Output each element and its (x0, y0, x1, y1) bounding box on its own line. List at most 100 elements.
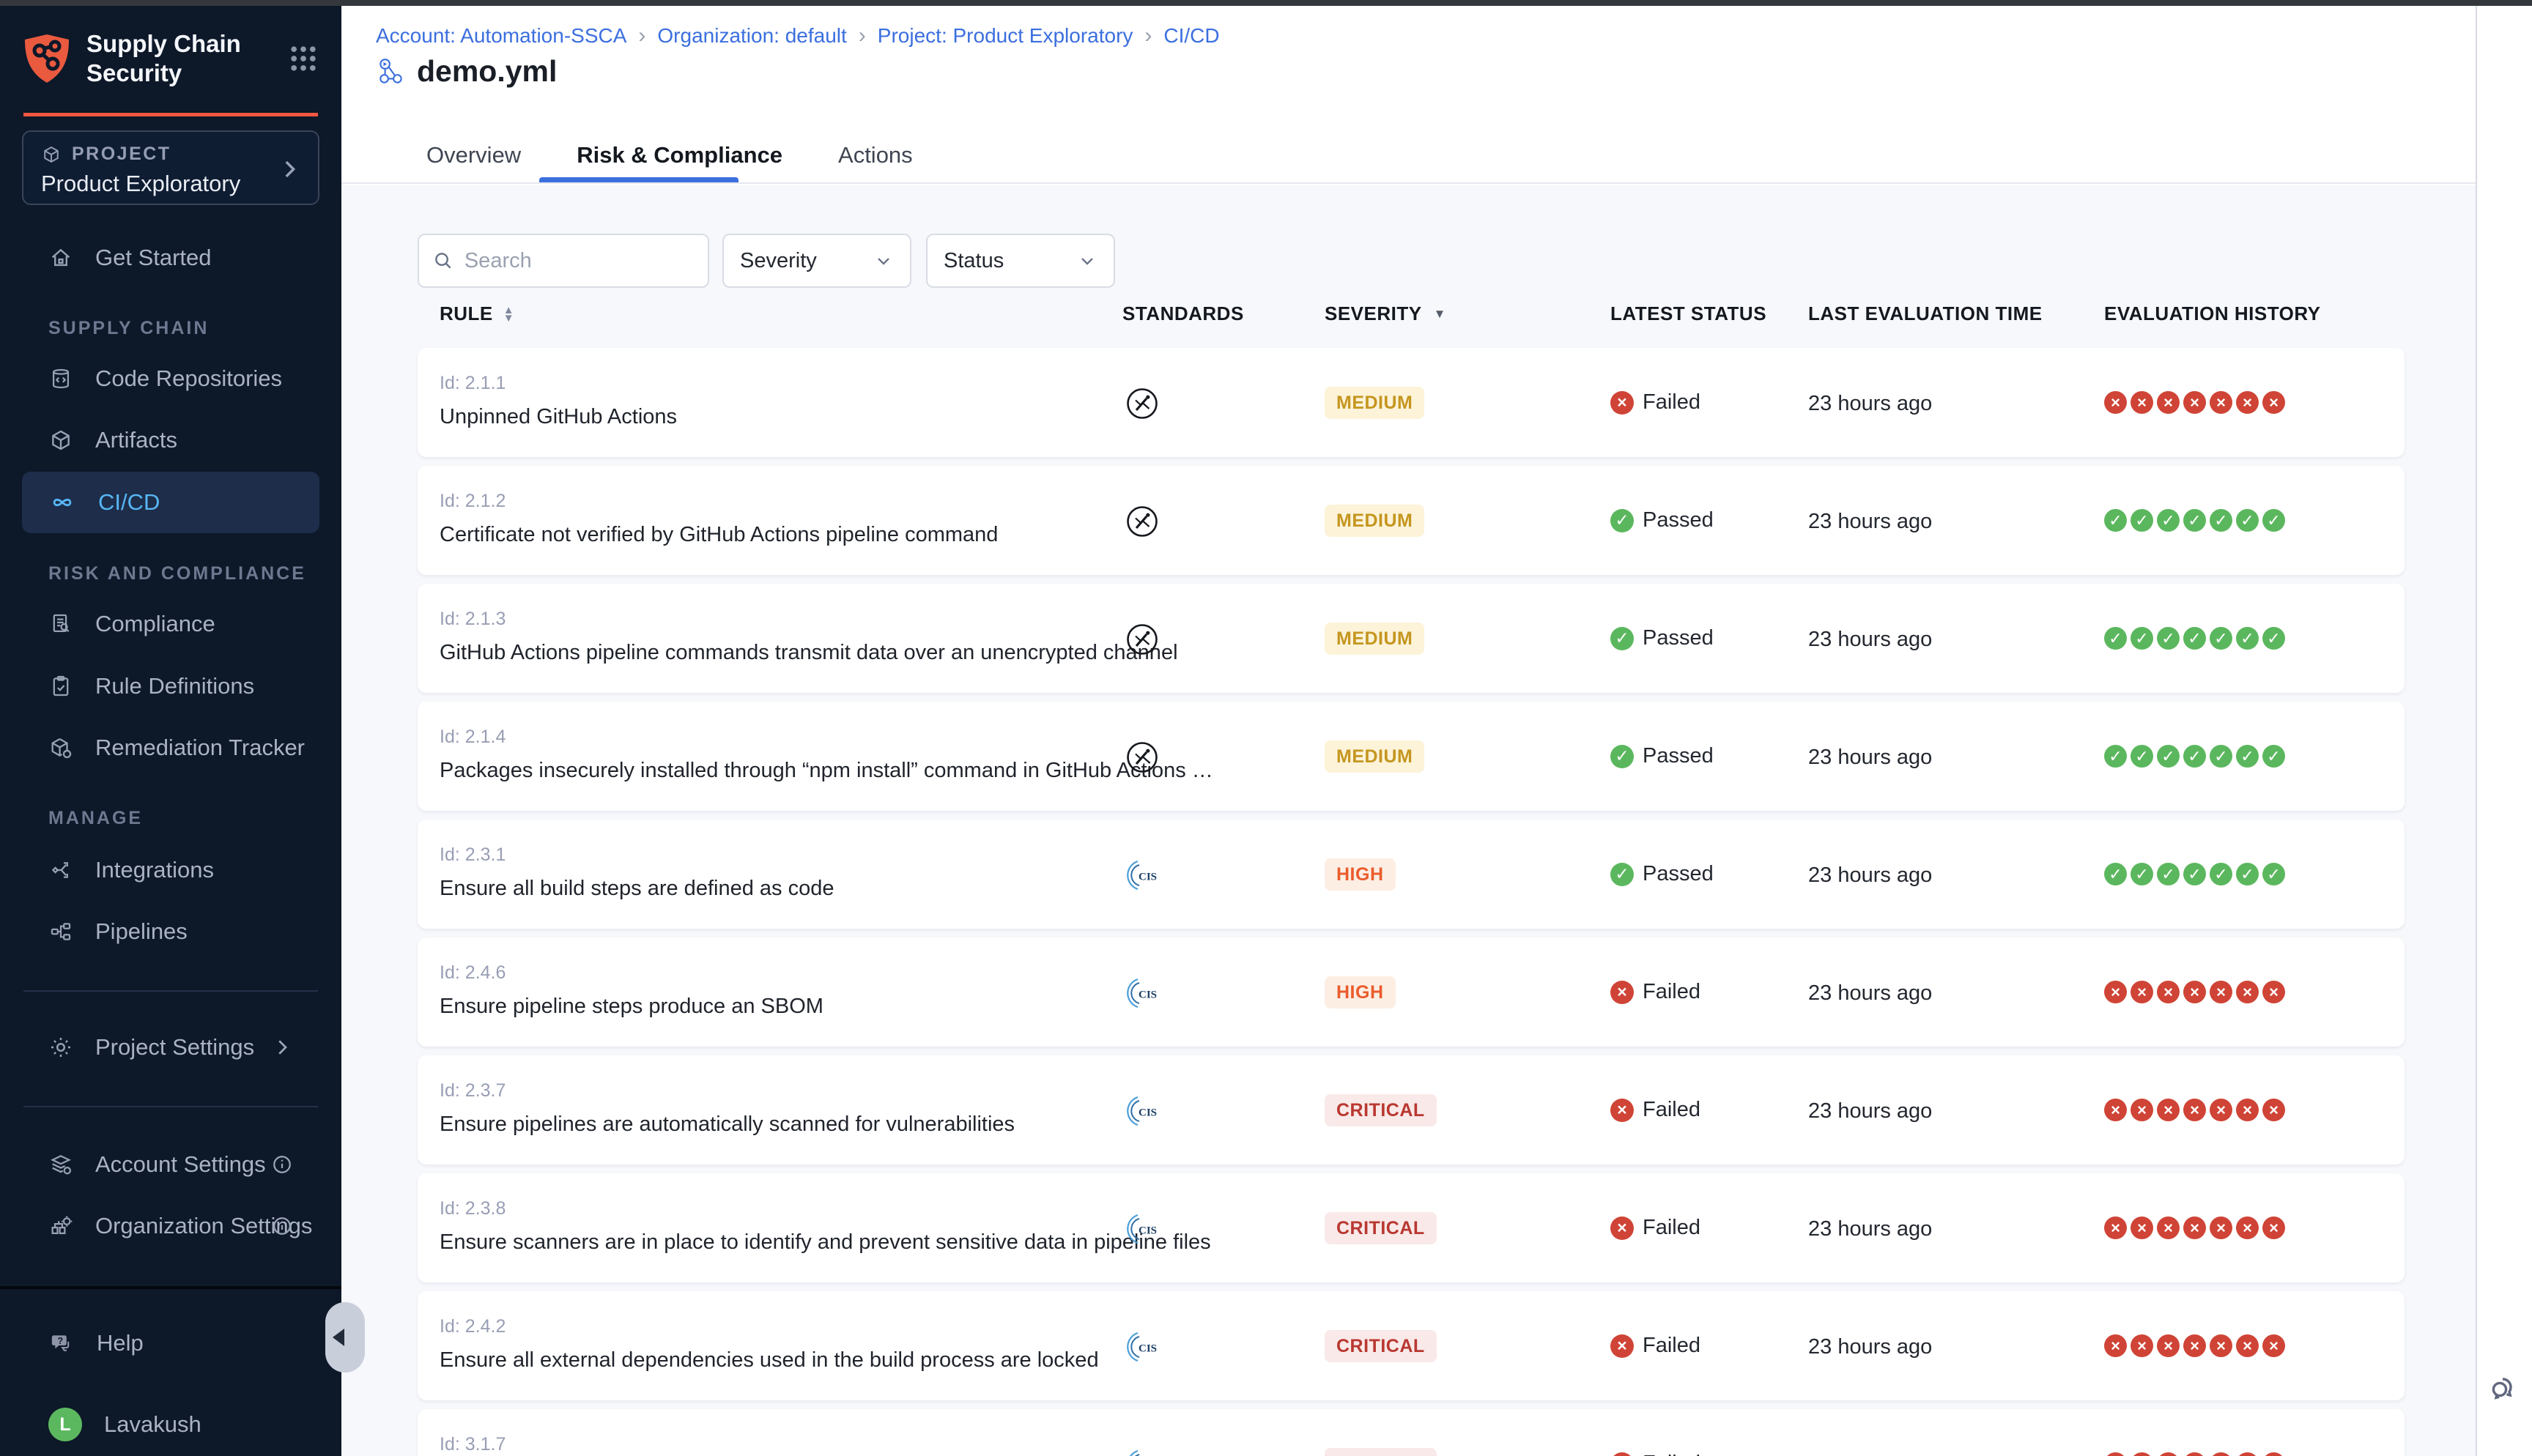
history-pass-icon[interactable]: ✓ (2236, 863, 2259, 885)
tab-actions[interactable]: Actions (835, 142, 916, 168)
history-fail-icon[interactable]: × (2157, 1217, 2180, 1239)
table-row[interactable]: Id: 2.1.1 Unpinned GitHub Actions MEDIUM… (418, 348, 2405, 457)
history-fail-icon[interactable]: × (2236, 1217, 2259, 1239)
breadcrumb-project[interactable]: Project: Product Exploratory (878, 24, 1133, 48)
history-fail-icon[interactable]: × (2131, 1452, 2153, 1456)
sidebar-item-get-started[interactable]: Get Started (22, 227, 319, 289)
table-row[interactable]: Id: 2.3.7 Ensure pipelines are automatic… (418, 1055, 2405, 1165)
history-fail-icon[interactable]: × (2262, 391, 2285, 414)
history-fail-icon[interactable]: × (2157, 981, 2180, 1003)
table-row[interactable]: Id: 2.1.4 Packages insecurely installed … (418, 702, 2405, 811)
table-row[interactable]: Id: 3.1.7 CIS CRITICAL × Failed 23 hours… (418, 1409, 2405, 1456)
history-fail-icon[interactable]: × (2104, 391, 2127, 414)
history-pass-icon[interactable]: ✓ (2210, 509, 2232, 532)
history-fail-icon[interactable]: × (2183, 391, 2206, 414)
history-pass-icon[interactable]: ✓ (2157, 745, 2180, 768)
history-pass-icon[interactable]: ✓ (2262, 745, 2285, 768)
app-logo[interactable]: Supply Chain Security (23, 29, 319, 88)
history-fail-icon[interactable]: × (2131, 981, 2153, 1003)
history-pass-icon[interactable]: ✓ (2157, 509, 2180, 532)
history-fail-icon[interactable]: × (2183, 1452, 2206, 1456)
history-fail-icon[interactable]: × (2183, 1217, 2206, 1239)
sidebar-item-project-settings[interactable]: Project Settings (22, 1017, 319, 1078)
history-fail-icon[interactable]: × (2104, 1217, 2127, 1239)
history-fail-icon[interactable]: × (2262, 1099, 2285, 1121)
sidebar-item-remediation-tracker[interactable]: Remediation Tracker (22, 717, 319, 779)
history-fail-icon[interactable]: × (2236, 1099, 2259, 1121)
history-fail-icon[interactable]: × (2210, 1217, 2232, 1239)
table-row[interactable]: Id: 2.1.3 GitHub Actions pipeline comman… (418, 584, 2405, 693)
history-pass-icon[interactable]: ✓ (2104, 509, 2127, 532)
history-fail-icon[interactable]: × (2183, 1334, 2206, 1357)
apps-grid-icon[interactable] (287, 42, 319, 75)
history-pass-icon[interactable]: ✓ (2131, 627, 2153, 650)
history-pass-icon[interactable]: ✓ (2183, 627, 2206, 650)
history-fail-icon[interactable]: × (2262, 1217, 2285, 1239)
sidebar-item-organization-settings[interactable]: Organization Settings (22, 1195, 319, 1257)
history-pass-icon[interactable]: ✓ (2157, 863, 2180, 885)
history-fail-icon[interactable]: × (2131, 1217, 2153, 1239)
history-fail-icon[interactable]: × (2210, 981, 2232, 1003)
info-icon[interactable] (271, 1215, 293, 1237)
history-fail-icon[interactable]: × (2104, 1334, 2127, 1357)
project-selector[interactable]: PROJECT Product Exploratory (22, 130, 319, 205)
info-icon[interactable] (271, 1154, 293, 1175)
breadcrumb-account[interactable]: Account: Automation-SSCA (376, 24, 626, 48)
history-fail-icon[interactable]: × (2236, 1334, 2259, 1357)
breadcrumb-organization[interactable]: Organization: default (657, 24, 846, 48)
history-pass-icon[interactable]: ✓ (2236, 509, 2259, 532)
history-pass-icon[interactable]: ✓ (2236, 627, 2259, 650)
history-pass-icon[interactable]: ✓ (2262, 863, 2285, 885)
tab-overview[interactable]: Overview (423, 142, 524, 168)
table-row[interactable]: Id: 2.3.8 Ensure scanners are in place t… (418, 1173, 2405, 1282)
sidebar-item-user-profile[interactable]: L Lavakush (22, 1394, 319, 1455)
history-pass-icon[interactable]: ✓ (2210, 745, 2232, 768)
history-pass-icon[interactable]: ✓ (2210, 627, 2232, 650)
history-fail-icon[interactable]: × (2157, 1334, 2180, 1357)
breadcrumb-current[interactable]: CI/CD (1163, 24, 1219, 48)
table-row[interactable]: Id: 2.1.2 Certificate not verified by Gi… (418, 466, 2405, 575)
history-fail-icon[interactable]: × (2262, 1452, 2285, 1456)
history-fail-icon[interactable]: × (2183, 981, 2206, 1003)
sidebar-item-artifacts[interactable]: Artifacts (22, 409, 319, 471)
sidebar-item-code-repositories[interactable]: Code Repositories (22, 348, 319, 409)
history-pass-icon[interactable]: ✓ (2131, 745, 2153, 768)
history-pass-icon[interactable]: ✓ (2262, 627, 2285, 650)
history-fail-icon[interactable]: × (2131, 1099, 2153, 1121)
table-row[interactable]: Id: 2.4.2 Ensure all external dependenci… (418, 1291, 2405, 1400)
chat-bubbles-icon[interactable] (2487, 1370, 2522, 1405)
history-pass-icon[interactable]: ✓ (2131, 863, 2153, 885)
history-fail-icon[interactable]: × (2236, 391, 2259, 414)
history-fail-icon[interactable]: × (2104, 1099, 2127, 1121)
history-pass-icon[interactable]: ✓ (2104, 745, 2127, 768)
history-fail-icon[interactable]: × (2236, 981, 2259, 1003)
history-pass-icon[interactable]: ✓ (2131, 509, 2153, 532)
sidebar-item-integrations[interactable]: Integrations (22, 839, 319, 901)
history-fail-icon[interactable]: × (2157, 1452, 2180, 1456)
sidebar-item-compliance[interactable]: Compliance (22, 593, 319, 655)
table-row[interactable]: Id: 2.4.6 Ensure pipeline steps produce … (418, 937, 2405, 1047)
history-pass-icon[interactable]: ✓ (2236, 745, 2259, 768)
history-fail-icon[interactable]: × (2262, 981, 2285, 1003)
sidebar-item-help[interactable]: ? Help (22, 1312, 319, 1374)
history-pass-icon[interactable]: ✓ (2210, 863, 2232, 885)
history-fail-icon[interactable]: × (2131, 1334, 2153, 1357)
history-fail-icon[interactable]: × (2104, 981, 2127, 1003)
history-fail-icon[interactable]: × (2157, 1099, 2180, 1121)
history-fail-icon[interactable]: × (2210, 391, 2232, 414)
history-fail-icon[interactable]: × (2210, 1452, 2232, 1456)
history-pass-icon[interactable]: ✓ (2183, 509, 2206, 532)
sidebar-item-rule-definitions[interactable]: Rule Definitions (22, 655, 319, 717)
history-fail-icon[interactable]: × (2131, 391, 2153, 414)
sidebar-collapse-handle[interactable] (325, 1302, 365, 1373)
history-pass-icon[interactable]: ✓ (2104, 863, 2127, 885)
history-fail-icon[interactable]: × (2183, 1099, 2206, 1121)
history-pass-icon[interactable]: ✓ (2104, 627, 2127, 650)
history-fail-icon[interactable]: × (2210, 1334, 2232, 1357)
history-fail-icon[interactable]: × (2157, 391, 2180, 414)
history-pass-icon[interactable]: ✓ (2262, 509, 2285, 532)
history-fail-icon[interactable]: × (2210, 1099, 2232, 1121)
tab-risk-and-compliance[interactable]: Risk & Compliance (574, 142, 785, 168)
history-pass-icon[interactable]: ✓ (2183, 863, 2206, 885)
history-fail-icon[interactable]: × (2262, 1334, 2285, 1357)
